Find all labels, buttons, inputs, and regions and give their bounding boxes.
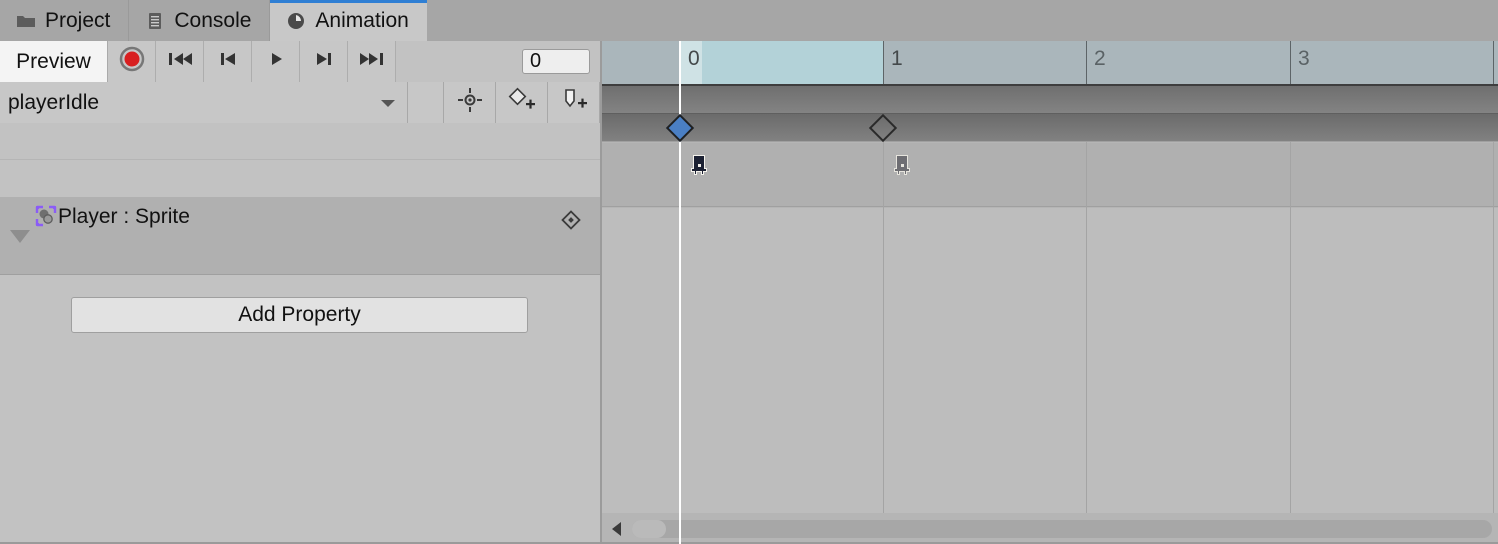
dopesheet-property-row[interactable] [602,143,1498,207]
grid-line-1 [883,142,884,544]
next-frame-button[interactable] [300,41,348,82]
grid-line-4 [1493,142,1494,544]
scroll-left-arrow-icon[interactable] [602,513,632,544]
clip-dropdown[interactable]: playerIdle [0,82,408,123]
ruler-tick-label-2: 2 [1094,47,1106,70]
scrollbar-track[interactable] [632,519,1492,538]
first-frame-button[interactable] [156,41,204,82]
add-event-icon [559,87,589,118]
clip-dropdown-label: playerIdle [8,90,100,114]
frame-field-area: 0 [396,41,600,82]
preview-toggle-button[interactable]: Preview [0,41,108,82]
skip-to-start-icon [166,49,194,74]
add-property-button[interactable]: Add Property [71,297,528,333]
ruler-tick-label-0: 0 [688,47,700,70]
window-tab-bar: Project Console Animation [0,0,1498,41]
tab-animation[interactable]: Animation [270,0,428,41]
tab-project[interactable]: Project [0,0,130,41]
summary-keyframe-1[interactable] [868,113,898,143]
playback-toolbar: Preview 0 [0,41,600,82]
play-button[interactable] [252,41,300,82]
foldout-triangle-down-icon[interactable] [10,230,30,243]
preview-label: Preview [16,49,91,73]
animation-left-panel: Preview 0 playerIdle Player: Sprite Add… [0,41,600,505]
add-keyframe-button[interactable] [496,82,548,123]
keyframe-diamond-icon[interactable] [560,209,582,231]
previous-frame-button[interactable] [204,41,252,82]
sprite-renderer-icon [35,205,57,227]
animation-window: Project Console Animation Preview 0 play… [0,0,1498,544]
summary-keyframe-0[interactable] [665,113,695,143]
sprite-keyframe-1[interactable] [891,153,913,177]
last-frame-button[interactable] [348,41,396,82]
add-property-label: Add Property [238,303,361,326]
ruler-tick-1 [883,41,884,84]
clip-toolbar-spacer [408,82,444,123]
tab-console-label: Console [174,8,252,32]
folder-icon [16,11,36,31]
skip-to-end-icon [358,49,386,74]
hierarchy-object-row [0,160,600,197]
timeline-area[interactable]: 0 1 2 3 [602,41,1498,544]
ruler-tick-4 [1493,41,1494,84]
property-label: Player : Sprite [58,205,190,228]
ruler-tick-label-3: 3 [1298,47,1310,70]
scrollbar-thumb[interactable] [632,519,666,538]
dopesheet-empty-area[interactable] [602,208,1498,544]
add-keyframe-icon [507,87,537,118]
play-icon [262,49,290,74]
timeline-ruler[interactable]: 0 1 2 3 [602,41,1498,84]
hierarchy-header-spacer [0,123,600,160]
sprite-keyframe-0[interactable] [688,153,710,177]
step-back-icon [214,49,242,74]
ruler-tick-2 [1086,41,1087,84]
timeline-horizontal-scrollbar[interactable] [602,513,1498,544]
clip-active-range [680,41,883,84]
tab-project-label: Project [45,8,111,32]
step-forward-icon [310,49,338,74]
clip-toolbar: playerIdle [0,82,600,123]
record-button[interactable] [108,41,156,82]
ruler-tick-label-1: 1 [891,47,903,70]
add-event-button[interactable] [548,82,600,123]
console-icon [145,11,165,31]
summary-keyframe-track[interactable] [602,113,1498,143]
current-frame-value: 0 [530,50,542,72]
clock-icon [286,11,306,31]
tab-animation-label: Animation [315,8,409,32]
record-icon [117,44,147,79]
filter-by-selection-button[interactable] [444,82,496,123]
grid-line-2 [1086,142,1087,544]
current-frame-input[interactable]: 0 [522,49,590,74]
event-track[interactable] [602,84,1498,113]
grid-line-3 [1290,142,1291,544]
chevron-down-icon [379,91,397,115]
filter-by-selection-icon [457,87,483,118]
tab-console[interactable]: Console [129,0,271,41]
ruler-tick-3 [1290,41,1291,84]
